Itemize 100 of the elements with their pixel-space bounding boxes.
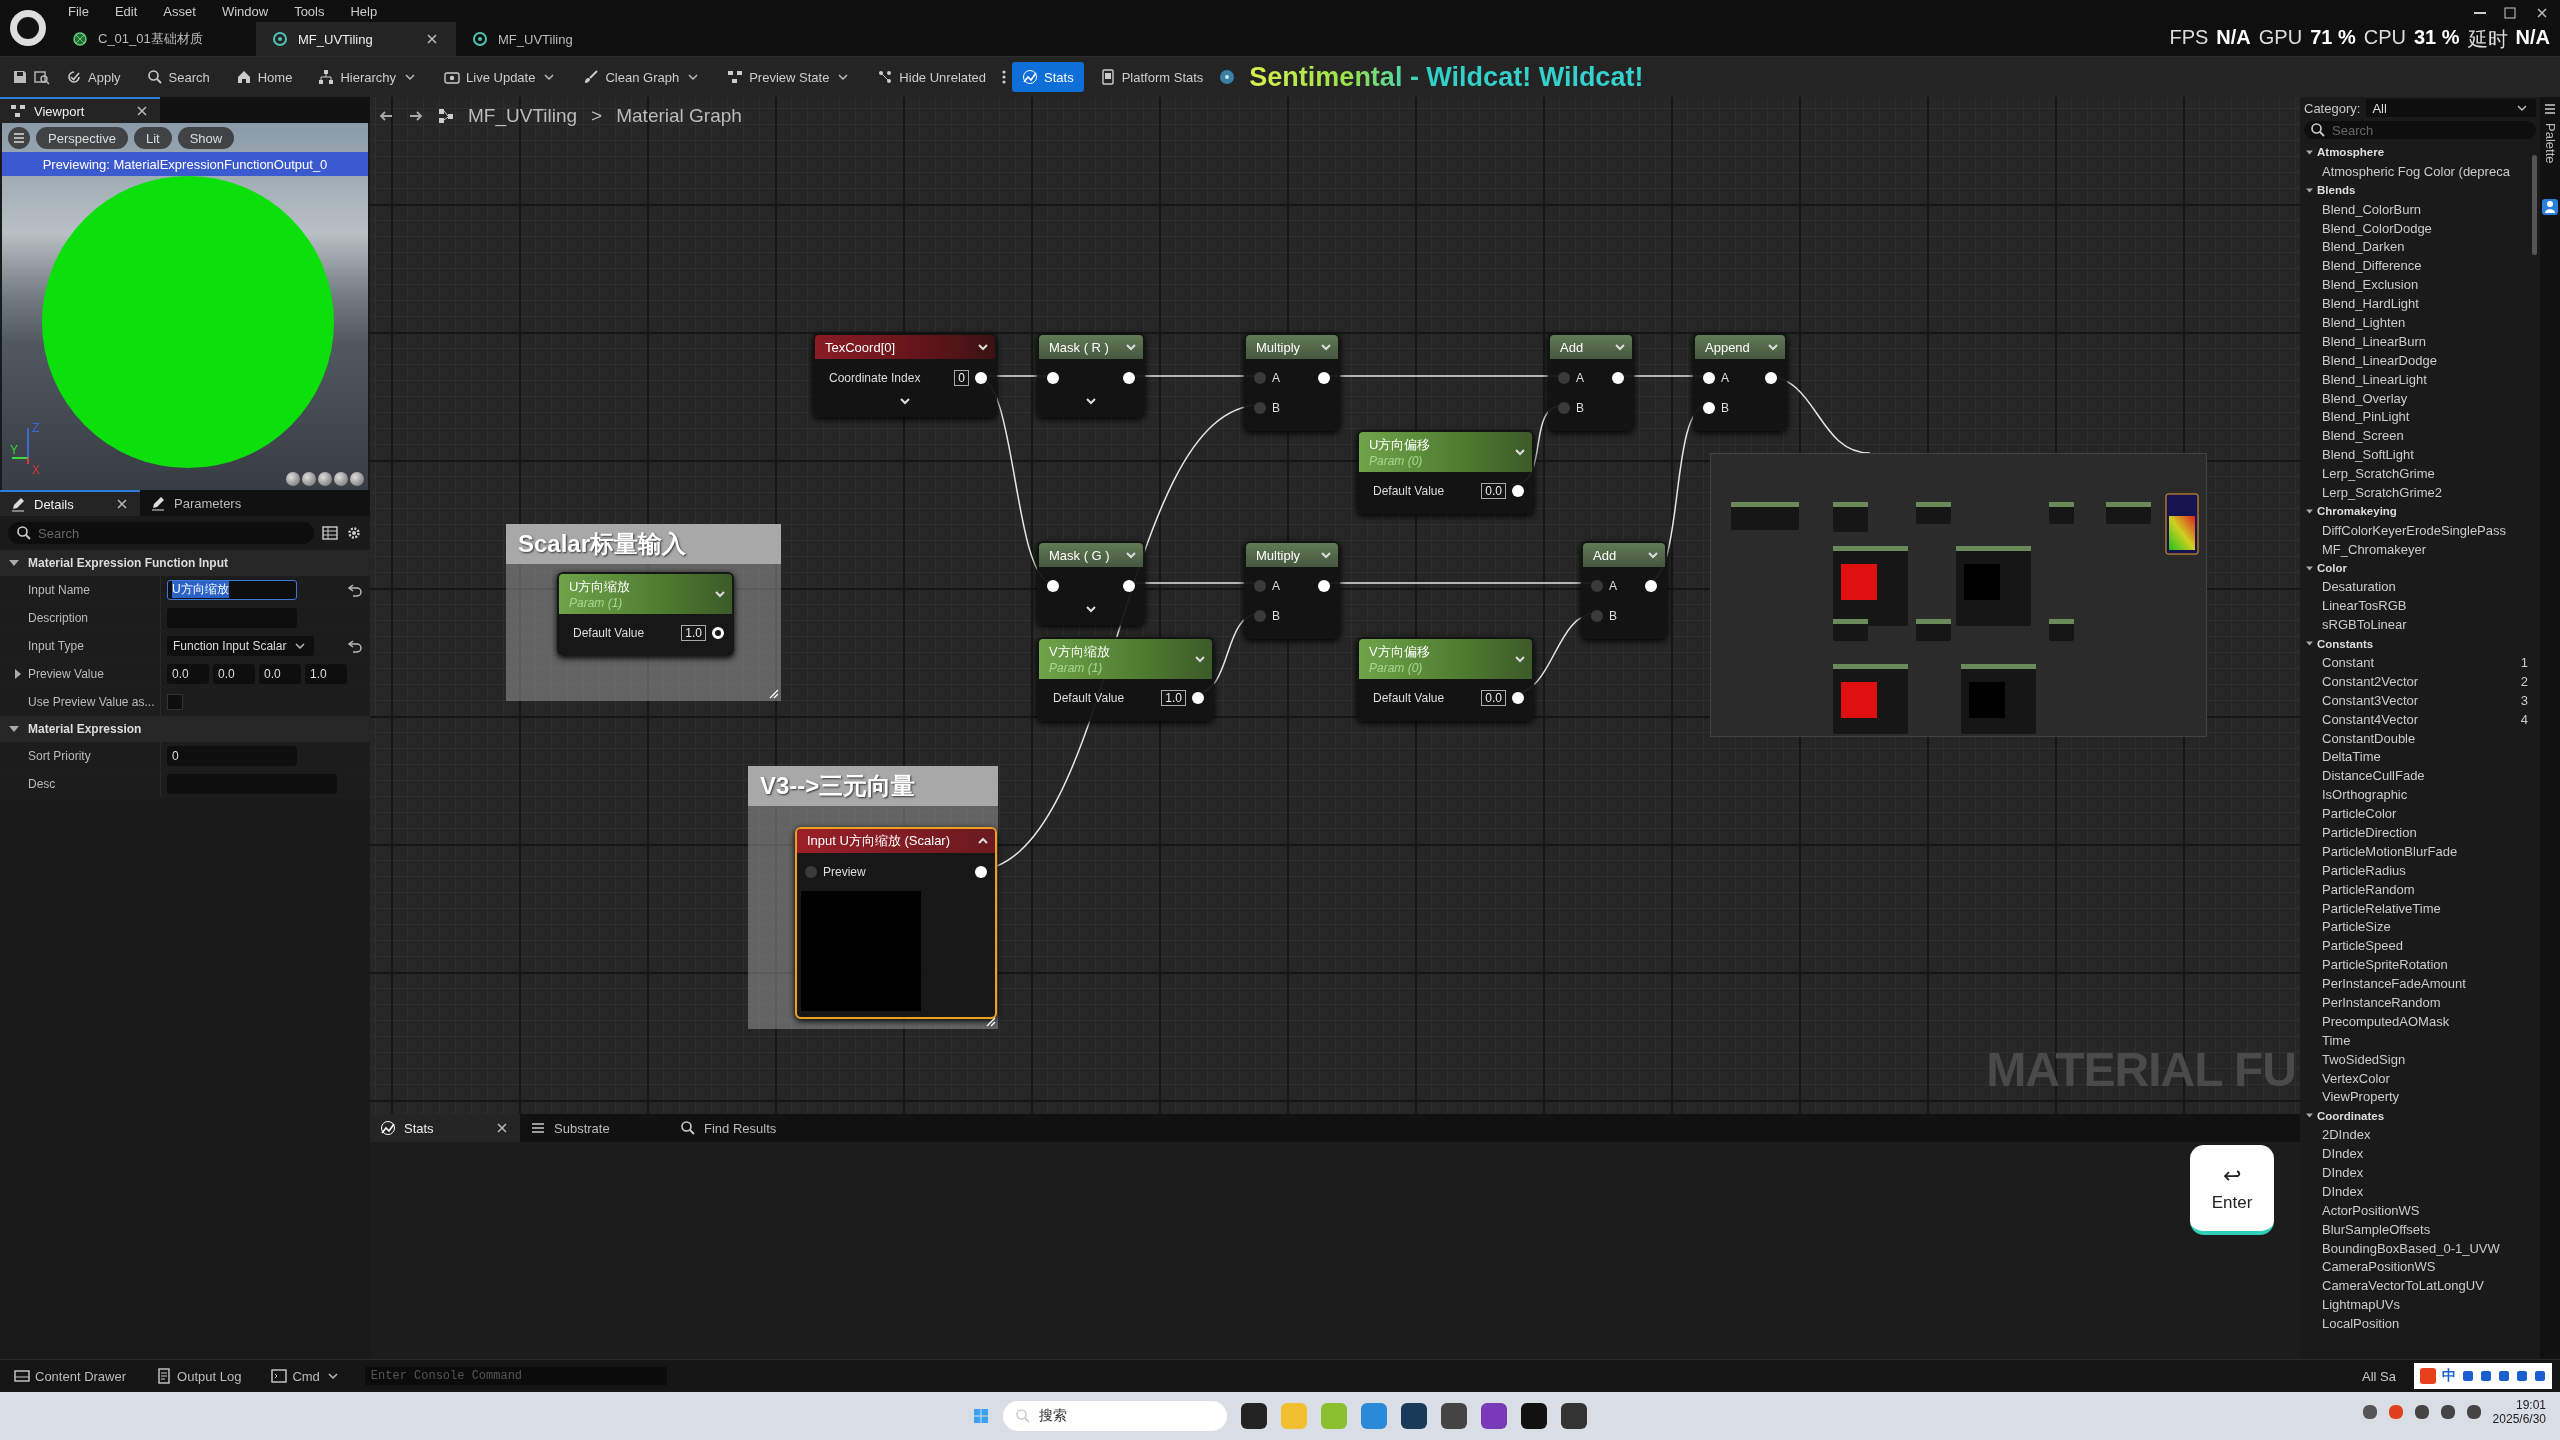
toolbar-button[interactable]: Home (225, 62, 303, 92)
toolbar-button[interactable]: Hide Unrelated (867, 62, 997, 92)
menu-item[interactable]: Help (350, 3, 378, 19)
palette-item[interactable]: Constant3Vector 3 (2304, 690, 2528, 710)
panel-tab[interactable]: Substrate (520, 1114, 670, 1142)
comment-box[interactable]: V3-->三元向量 Input U方向缩放 (Scalar) Preview (748, 766, 998, 1029)
preview-shape-icon[interactable] (318, 472, 332, 486)
preview-shape-icon[interactable] (286, 472, 300, 486)
toolbar-button[interactable]: Live Update (434, 62, 568, 92)
value-field[interactable]: 0 (954, 370, 969, 386)
ime-tool-icon[interactable] (2516, 1370, 2528, 1382)
tray-icon[interactable] (2362, 1405, 2377, 1419)
number-field[interactable]: 0.0 (213, 663, 255, 684)
palette-item[interactable]: Constant4Vector 4 (2304, 709, 2528, 729)
tray-icon[interactable] (2466, 1405, 2481, 1419)
category-header[interactable]: Coordinates (2304, 1106, 2528, 1126)
palette-item[interactable]: Blend_LinearDodge (2304, 350, 2528, 370)
menu-item[interactable]: Window (221, 3, 269, 19)
palette-item[interactable]: ParticleRandom (2304, 879, 2528, 899)
palette-item[interactable]: BlurSampleOffsets (2304, 1219, 2528, 1239)
category-header[interactable]: Constants (2304, 634, 2528, 654)
palette-item[interactable]: DIndex (2304, 1144, 2528, 1164)
ime-tool-icon[interactable] (2498, 1370, 2510, 1382)
value-field[interactable]: 1.0 (681, 625, 706, 641)
toolbar-button[interactable]: Apply (56, 62, 131, 92)
section-header[interactable]: Material Expression (0, 716, 370, 742)
palette-item[interactable]: ActorPositionWS (2304, 1200, 2528, 1220)
scrollbar-thumb[interactable] (2532, 155, 2537, 255)
panel-tab[interactable]: Details (0, 490, 140, 516)
palette-item[interactable]: DIndex (2304, 1182, 2528, 1201)
tray-icon[interactable] (2440, 1405, 2455, 1419)
resize-grip-icon[interactable] (769, 689, 779, 699)
palette-item[interactable]: VertexColor (2304, 1068, 2528, 1088)
palette-item[interactable]: LinearTosRGB (2304, 596, 2528, 616)
palette-item[interactable]: Time (2304, 1030, 2528, 1050)
ime-tool-icon[interactable] (2534, 1370, 2546, 1382)
pin-icon[interactable] (1765, 372, 1777, 384)
value-field[interactable]: 0.0 (1481, 483, 1506, 499)
section-header[interactable]: Material Expression Function Input (0, 550, 370, 576)
pin-icon[interactable] (1318, 372, 1330, 384)
palette-item[interactable]: ParticleRelativeTime (2304, 898, 2528, 918)
toolbar-button[interactable]: Clean Graph (573, 62, 712, 92)
pin-icon[interactable] (1512, 485, 1524, 497)
pin-icon[interactable] (712, 627, 724, 639)
document-tab[interactable]: MF_UVTiling (456, 22, 656, 56)
viewport-button[interactable]: Lit (133, 127, 172, 149)
palette-item[interactable]: Blend_ColorBurn (2304, 199, 2528, 219)
toolbar-button[interactable]: Platform Stats (1089, 62, 1214, 92)
text-field[interactable]: 0 (167, 745, 297, 766)
palette-item[interactable]: PrecomputedAOMask (2304, 1011, 2528, 1031)
pin-icon[interactable] (1047, 580, 1059, 592)
palette-item[interactable]: ParticleDirection (2304, 823, 2528, 842)
palette-item[interactable]: Lerp_ScratchGrime (2304, 464, 2528, 484)
palette-item[interactable]: DiffColorKeyerErodeSinglePass (2304, 520, 2528, 540)
graph-node[interactable]: Multiply A B (1244, 333, 1340, 431)
graph-canvas[interactable] (370, 97, 2300, 1114)
palette-item[interactable]: LightmapUVs (2304, 1295, 2528, 1315)
palette-item[interactable]: ParticleColor (2304, 804, 2528, 824)
person-badge-icon[interactable] (2542, 199, 2558, 216)
palette-item[interactable]: DistanceCullFade (2304, 766, 2528, 786)
number-field[interactable]: 0.0 (167, 663, 209, 684)
toolbar-button[interactable]: Hierarchy (308, 62, 429, 92)
palette-item[interactable]: BoundingBoxBased_0-1_UVW (2304, 1238, 2528, 1258)
pin-icon[interactable] (975, 372, 987, 384)
graph-node[interactable]: Mask ( R ) (1037, 333, 1145, 417)
status-button[interactable]: Output Log (150, 1367, 248, 1385)
palette-item[interactable]: ParticleSize (2304, 917, 2528, 937)
pin-icon[interactable] (1703, 402, 1715, 414)
graph-node[interactable]: Multiply A B (1244, 541, 1340, 639)
palette-item[interactable]: PerInstanceRandom (2304, 993, 2528, 1012)
pin-icon[interactable] (1512, 692, 1524, 704)
palette-item[interactable]: Blend_ColorDodge (2304, 218, 2528, 238)
app-logo-icon[interactable] (10, 10, 46, 46)
side-tab[interactable]: Palette (2542, 123, 2558, 164)
graph-node[interactable]: V方向缩放 Param (1) Default Value 1.0 (1037, 637, 1214, 721)
palette-item[interactable]: CameraPositionWS (2304, 1257, 2528, 1277)
graph-node[interactable]: TexCoord[0] Coordinate Index 0 (813, 333, 997, 417)
toolbar-button[interactable]: Search (136, 62, 220, 92)
value-field[interactable]: 1.0 (1161, 690, 1186, 706)
palette-item[interactable]: DIndex (2304, 1163, 2528, 1182)
panel-tab[interactable]: Viewport (0, 97, 160, 123)
app-icon[interactable] (1521, 1403, 1547, 1429)
ime-tool-icon[interactable] (2480, 1370, 2492, 1382)
viewport-button[interactable]: Show (177, 127, 235, 149)
app-icon[interactable] (1441, 1403, 1467, 1429)
pin-icon[interactable] (975, 866, 987, 878)
palette-item[interactable]: 2DIndex (2304, 1125, 2528, 1145)
graph-node[interactable]: V方向偏移 Param (0) Default Value 0.0 (1357, 637, 1534, 721)
app-icon[interactable] (1241, 1403, 1267, 1429)
checkbox[interactable] (167, 693, 183, 710)
breadcrumb-item[interactable]: Material Graph (616, 105, 742, 127)
viewport-menu-button[interactable] (8, 127, 30, 149)
palette-item[interactable]: TwoSidedSign (2304, 1049, 2528, 1069)
viewport-button[interactable]: Perspective (36, 127, 128, 149)
palette-item[interactable]: ParticleSpriteRotation (2304, 955, 2528, 975)
category-header[interactable]: Chromakeying (2304, 501, 2528, 521)
status-button[interactable]: Cmd (265, 1367, 347, 1385)
panel-tab[interactable]: Find Results (670, 1114, 820, 1142)
pin-icon[interactable] (1318, 580, 1330, 592)
palette-item[interactable]: Blend_LinearBurn (2304, 331, 2528, 351)
